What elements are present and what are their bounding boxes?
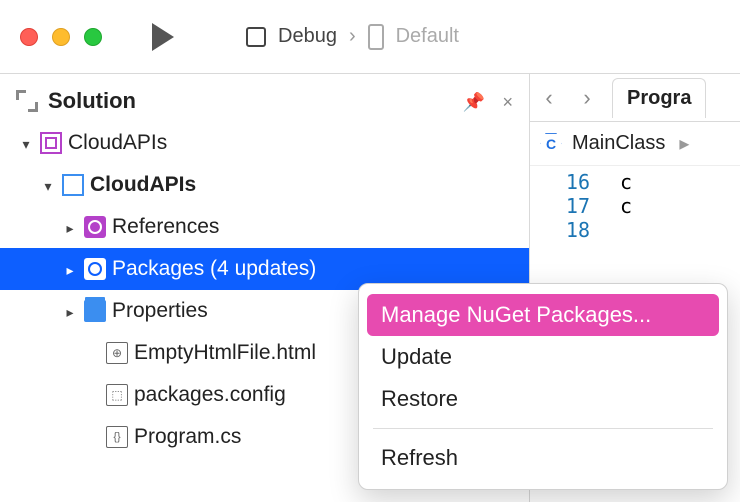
class-icon: C [540,133,562,155]
tree-label: EmptyHtmlFile.html [134,341,316,365]
disclosure-open-icon[interactable] [40,173,56,197]
run-button[interactable] [152,23,174,51]
menu-item-update[interactable]: Update [359,336,727,378]
close-panel-icon[interactable]: × [502,92,513,113]
config-file-icon [106,384,128,406]
disclosure-open-icon[interactable] [18,131,34,155]
minimize-window-button[interactable] [52,28,70,46]
menu-label: Manage NuGet Packages... [381,302,651,327]
nav-forward-button[interactable]: › [568,82,606,114]
crumb-label: MainClass [572,132,665,155]
code-text: c [620,194,632,218]
tree-label: References [112,215,219,239]
maximize-window-button[interactable] [84,28,102,46]
menu-item-refresh[interactable]: Refresh [359,437,727,479]
solution-panel-header: Solution 📌 × [0,78,529,122]
tree-references-node[interactable]: References [0,206,529,248]
disclosure-closed-icon[interactable] [62,299,78,323]
csharp-file-icon [106,426,128,448]
menu-separator [373,428,713,429]
packages-icon [84,258,106,280]
tree-label: Properties [112,299,208,323]
gutter: 18 [530,218,620,242]
gutter: 17 [530,194,620,218]
gutter: 16 [530,170,620,194]
disclosure-closed-icon[interactable] [62,215,78,239]
folder-icon [84,300,106,322]
device-label: Default [396,25,459,48]
solution-panel-title: Solution [48,88,136,114]
pin-icon[interactable]: 📌 [463,92,485,113]
html-file-icon [106,342,128,364]
tree-solution-node[interactable]: CloudAPIs [0,122,529,164]
menu-item-restore[interactable]: Restore [359,378,727,420]
tree-label: packages.config [134,383,286,407]
solution-file-icon [40,132,62,154]
nav-back-button[interactable]: ‹ [530,82,568,114]
config-label: Debug [278,25,337,48]
references-icon [84,216,106,238]
run-config-selector[interactable]: Debug › Default [246,24,459,50]
context-menu: Manage NuGet Packages... Update Restore … [358,283,728,490]
menu-label: Refresh [381,445,458,470]
tree-label: CloudAPIs [90,173,196,197]
code-text: c [620,170,632,194]
chevron-right-icon: › [349,25,356,48]
tree-label: Packages (4 updates) [112,257,316,281]
tree-label: CloudAPIs [68,131,167,155]
device-icon [368,24,384,50]
editor-tabstrip: ‹ › Progra [530,74,740,122]
breadcrumb[interactable]: C MainClass ▸ [530,122,740,166]
project-icon [62,174,84,196]
tab-label: Progra [627,87,691,109]
tree-project-node[interactable]: CloudAPIs [0,164,529,206]
menu-label: Restore [381,386,458,411]
window-controls [20,28,102,46]
titlebar: Debug › Default [0,0,740,74]
menu-item-manage-nuget[interactable]: Manage NuGet Packages... [367,294,719,336]
config-icon [246,27,266,47]
disclosure-closed-icon[interactable] [62,257,78,281]
chevron-right-icon: ▸ [679,131,689,156]
menu-label: Update [381,344,452,369]
solution-icon [16,90,38,112]
editor-tab[interactable]: Progra [612,78,706,118]
tree-label: Program.cs [134,425,241,449]
close-window-button[interactable] [20,28,38,46]
